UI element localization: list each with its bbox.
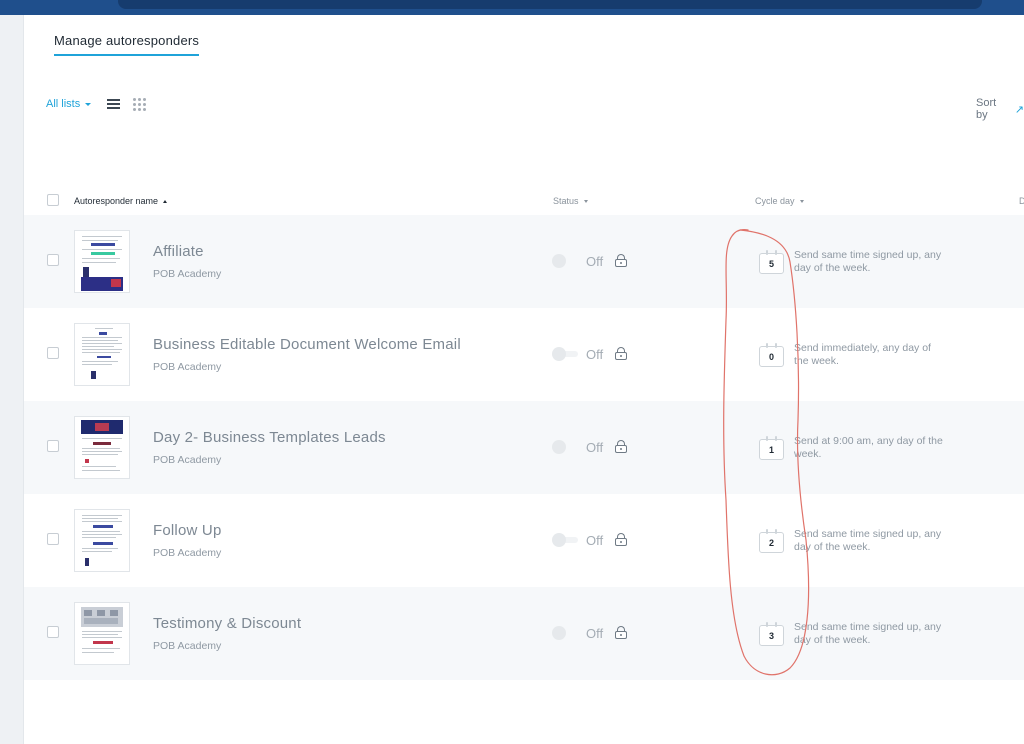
row-checkbox[interactable] xyxy=(47,626,59,638)
autoresponder-name[interactable]: Testimony & Discount xyxy=(153,615,301,632)
lock-icon xyxy=(615,533,627,546)
autoresponder-list-name: POB Academy xyxy=(153,361,222,373)
autoresponder-list-name: POB Academy xyxy=(153,454,222,466)
status-label: Off xyxy=(586,254,604,269)
table-row[interactable]: Follow Up POB Academy Off 2 Send same ti… xyxy=(24,494,1024,587)
top-search-bar[interactable] xyxy=(118,0,982,9)
autoresponder-list-name: POB Academy xyxy=(153,547,222,559)
row-checkbox[interactable] xyxy=(47,440,59,452)
select-all-checkbox[interactable] xyxy=(47,194,59,206)
column-header-status-label: Status xyxy=(553,196,579,206)
sort-arrow-icon: ↗ xyxy=(1014,103,1024,116)
grid-view-icon[interactable] xyxy=(133,97,147,111)
top-navigation-bar xyxy=(0,0,1024,15)
left-sidebar xyxy=(0,15,24,744)
calendar-icon: 1 xyxy=(759,436,784,460)
sort-caret-icon xyxy=(799,199,804,203)
calendar-icon: 2 xyxy=(759,529,784,553)
column-header-name-label: Autoresponder name xyxy=(74,196,159,206)
autoresponder-list-name: POB Academy xyxy=(153,268,222,280)
toolbar: All lists xyxy=(46,96,147,112)
sort-caret-icon xyxy=(163,199,168,203)
schedule-description: Send same time signed up, any day of the… xyxy=(794,621,942,646)
table-row[interactable]: Day 2- Business Templates Leads POB Acad… xyxy=(24,401,1024,494)
status-label: Off xyxy=(586,533,604,548)
sort-by-label: Sort by xyxy=(976,97,997,121)
table-row[interactable]: Testimony & Discount POB Academy Off 3 S… xyxy=(24,587,1024,680)
autoresponder-name[interactable]: Business Editable Document Welcome Email xyxy=(153,336,461,353)
row-checkbox[interactable] xyxy=(47,533,59,545)
column-header-cycle-day[interactable]: Cycle day xyxy=(755,196,804,206)
row-checkbox[interactable] xyxy=(47,254,59,266)
column-header-cycle-day-label: Cycle day xyxy=(755,196,795,206)
all-lists-label: All lists xyxy=(46,98,81,110)
column-header-more[interactable]: D xyxy=(1019,196,1024,206)
page-tabs: Manage autoresponders xyxy=(54,32,200,56)
lock-icon xyxy=(615,347,627,360)
table-row[interactable]: Business Editable Document Welcome Email… xyxy=(24,308,1024,401)
lock-icon xyxy=(615,440,627,453)
status-label: Off xyxy=(586,347,604,362)
email-thumbnail[interactable] xyxy=(74,230,130,293)
status-label: Off xyxy=(586,626,604,641)
all-lists-dropdown[interactable]: All lists xyxy=(46,98,92,110)
tab-manage-autoresponders[interactable]: Manage autoresponders xyxy=(54,33,200,56)
email-thumbnail[interactable] xyxy=(74,509,130,572)
schedule-description: Send at 9:00 am, any day of the week. xyxy=(794,435,943,460)
row-checkbox[interactable] xyxy=(47,347,59,359)
lock-icon xyxy=(615,626,627,639)
column-header-more-label: D xyxy=(1019,196,1024,206)
autoresponder-name[interactable]: Follow Up xyxy=(153,522,222,539)
autoresponder-list-name: POB Academy xyxy=(153,640,222,652)
sort-caret-icon xyxy=(583,199,588,203)
table-row[interactable]: Affiliate POB Academy Off 5 Send same ti… xyxy=(24,215,1024,308)
status-label: Off xyxy=(586,440,604,455)
email-thumbnail[interactable] xyxy=(74,416,130,479)
sort-by-control[interactable]: Sort by ↗ xyxy=(976,97,1024,121)
autoresponder-name[interactable]: Affiliate xyxy=(153,243,204,260)
list-view-icon[interactable] xyxy=(107,99,121,109)
autoresponder-list: Affiliate POB Academy Off 5 Send same ti… xyxy=(24,215,1024,680)
calendar-icon: 5 xyxy=(759,250,784,274)
calendar-icon: 3 xyxy=(759,622,784,646)
caret-down-icon xyxy=(85,102,92,106)
schedule-description: Send same time signed up, any day of the… xyxy=(794,528,942,553)
status-toggle[interactable] xyxy=(552,626,578,640)
status-toggle[interactable] xyxy=(552,533,578,547)
email-thumbnail[interactable] xyxy=(74,323,130,386)
email-thumbnail[interactable] xyxy=(74,602,130,665)
column-header-status[interactable]: Status xyxy=(553,196,588,206)
lock-icon xyxy=(615,254,627,267)
table-header: Autoresponder name Status Cycle day D xyxy=(24,191,1024,211)
status-toggle[interactable] xyxy=(552,347,578,361)
schedule-description: Send same time signed up, any day of the… xyxy=(794,249,942,274)
status-toggle[interactable] xyxy=(552,440,578,454)
status-toggle[interactable] xyxy=(552,254,578,268)
schedule-description: Send immediately, any day of the week. xyxy=(794,342,931,367)
autoresponder-name[interactable]: Day 2- Business Templates Leads xyxy=(153,429,386,446)
calendar-icon: 0 xyxy=(759,343,784,367)
column-header-name[interactable]: Autoresponder name xyxy=(74,196,168,206)
